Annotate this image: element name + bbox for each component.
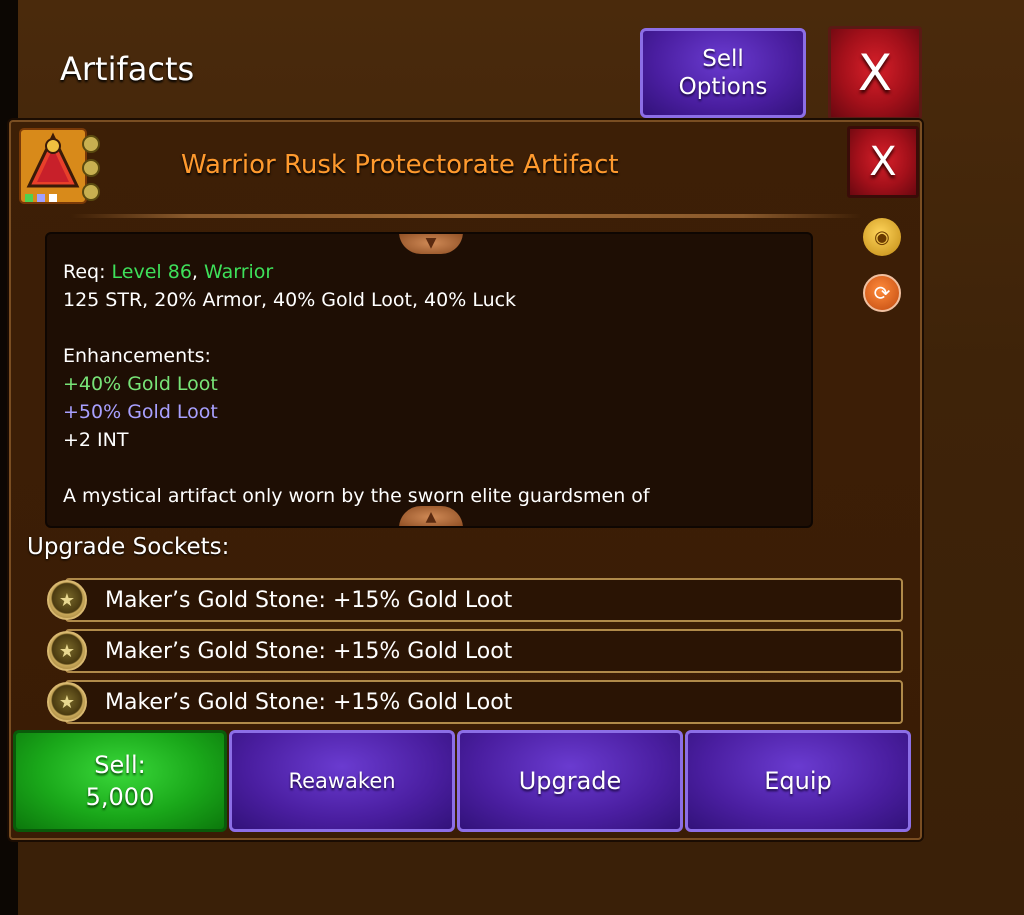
enhancement-line: +40% Gold Loot [63,373,218,395]
close-icon: X [869,139,897,185]
scroll-down-button[interactable]: ▲ [399,506,463,526]
page-title: Artifacts [60,50,195,88]
artifact-pyramid-icon [19,128,100,204]
req-class: Warrior [204,261,274,283]
socket-label: Maker’s Gold Stone: +15% Gold Loot [105,690,513,715]
sell-price: 5,000 [85,783,155,811]
item-title: Warrior Rusk Protectorate Artifact [181,150,619,180]
socket-row[interactable]: ★ Maker’s Gold Stone: +15% Gold Loot [47,680,903,724]
item-detail-panel: Warrior Rusk Protectorate Artifact X ▼ R… [9,120,922,840]
upgrade-label: Upgrade [518,767,622,795]
chevron-up-icon: ▲ [425,509,437,525]
equip-label: Equip [764,767,832,795]
item-description-box[interactable]: ▼ Req: Level 86, Warrior 125 STR, 20% Ar… [45,232,813,528]
reawaken-label: Reawaken [288,769,396,793]
req-separator: , [191,261,205,283]
socket-label: Maker’s Gold Stone: +15% Gold Loot [105,639,513,664]
upgrade-sockets-heading: Upgrade Sockets: [27,534,230,560]
socket-row[interactable]: ★ Maker’s Gold Stone: +15% Gold Loot [47,578,903,622]
gold-stone-icon: ★ [47,631,87,671]
gold-bag-icon[interactable]: ◉ [863,218,901,256]
req-level: Level 86 [111,261,192,283]
socket-row[interactable]: ★ Maker’s Gold Stone: +15% Gold Loot [47,629,903,673]
gold-stone-icon: ★ [47,682,87,722]
sell-button[interactable]: Sell: 5,000 [13,730,227,832]
equip-button[interactable]: Equip [685,730,911,832]
req-prefix: Req: [63,261,112,283]
gold-stone-icon: ★ [47,580,87,620]
side-actions: ◉ ⟳ [863,218,901,330]
upgrade-button[interactable]: Upgrade [457,730,683,832]
requirements-line: Req: Level 86, Warrior [63,258,803,286]
swap-icon[interactable]: ⟳ [863,274,901,312]
close-icon: X [857,44,893,102]
item-description-text: Req: Level 86, Warrior 125 STR, 20% Armo… [63,258,803,510]
reawaken-button[interactable]: Reawaken [229,730,455,832]
close-window-button[interactable]: X [828,26,922,120]
title-divider [71,214,861,218]
enhancements-heading: Enhancements: [63,345,211,367]
scroll-up-button[interactable]: ▼ [399,234,463,254]
sell-options-button[interactable]: Sell Options [640,28,806,118]
sell-label: Sell: [94,751,146,779]
chevron-down-icon: ▼ [425,235,437,251]
enhancement-line: +50% Gold Loot [63,401,218,423]
close-item-button[interactable]: X [847,126,919,198]
enhancement-line: +2 INT [63,429,129,451]
sell-options-label: Sell Options [678,46,768,100]
socket-label: Maker’s Gold Stone: +15% Gold Loot [105,588,513,613]
stats-line: 125 STR, 20% Armor, 40% Gold Loot, 40% L… [63,289,517,311]
